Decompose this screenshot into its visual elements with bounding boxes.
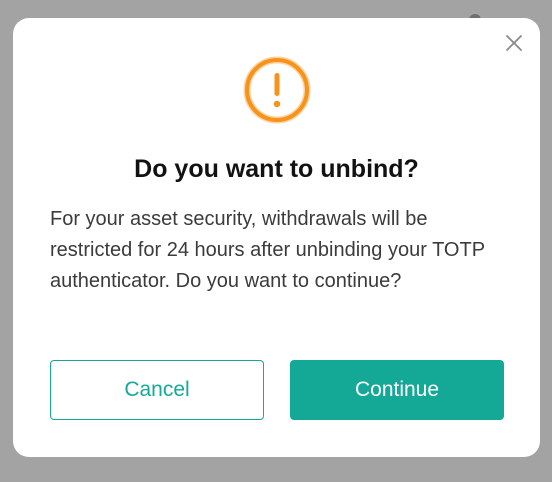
close-icon xyxy=(506,35,522,51)
close-button[interactable] xyxy=(503,32,525,54)
dialog-message: For your asset security, withdrawals wil… xyxy=(50,208,485,292)
dialog-title: Do you want to unbind? xyxy=(134,155,419,183)
cancel-button[interactable]: Cancel xyxy=(50,360,264,420)
exclamation-circle-icon xyxy=(243,56,311,124)
unbind-confirm-dialog: Do you want to unbind? For your asset se… xyxy=(13,18,540,457)
continue-button[interactable]: Continue xyxy=(290,360,504,420)
